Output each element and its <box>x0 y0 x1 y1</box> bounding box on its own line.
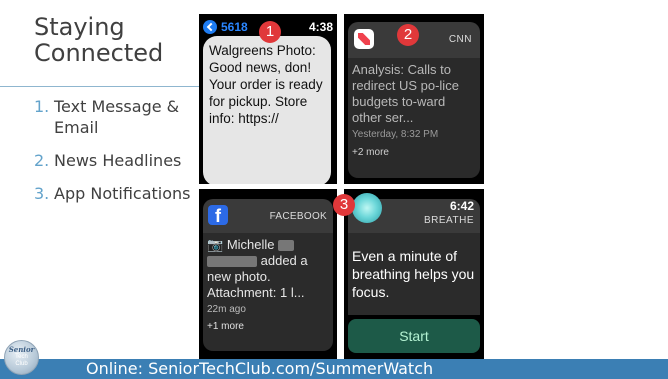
facebook-icon: f <box>208 205 228 226</box>
news-timestamp: Yesterday, 8:32 PM <box>352 129 439 140</box>
bullet-item: 2. News Headlines <box>34 150 194 171</box>
notification-app-name: BREATHE <box>424 215 474 226</box>
title-divider <box>0 86 200 87</box>
watch-screenshots: 5618 4:38 Walgreens Photo: Good news, do… <box>199 14 484 359</box>
title-line-2: Connected <box>34 39 164 67</box>
watch-time: 6:42 <box>449 199 474 213</box>
bullet-number: 3. <box>34 184 50 203</box>
facebook-notification-card[interactable]: 📷 Michelle added a new photo. Attachment… <box>203 233 333 351</box>
message-sender: 5618 <box>221 20 248 34</box>
logo-text: Senior <box>8 345 35 354</box>
step-badge-3: 3 <box>333 194 355 216</box>
start-button[interactable]: Start <box>348 319 480 353</box>
more-notifications[interactable]: +2 more <box>352 146 476 160</box>
notification-detail: new photo. Attachment: 1 l... <box>207 269 305 300</box>
footer-link[interactable]: Online: SeniorTechClub.com/SummerWatch <box>86 359 433 379</box>
step-badge-2: 2 <box>397 24 419 46</box>
news-app-icon <box>354 29 374 49</box>
poster-name: Michelle <box>226 237 275 252</box>
breathe-icon <box>352 193 382 223</box>
bullet-item: 3. App Notifications <box>34 183 194 204</box>
notification-app-name: CNN <box>448 34 472 45</box>
watch-time: 4:38 <box>308 20 333 34</box>
bullet-text: News Headlines <box>54 151 182 170</box>
bullet-number: 1. <box>34 97 50 116</box>
more-notifications[interactable]: +1 more <box>207 320 329 334</box>
redacted-text <box>207 256 257 268</box>
news-headline: Analysis: Calls to redirect US po-lice b… <box>352 62 459 125</box>
notification-age: 22m ago <box>207 304 246 315</box>
notification-action: added a <box>260 253 308 268</box>
bullet-number: 2. <box>34 151 50 170</box>
message-bubble: Walgreens Photo: Good news, don! Your or… <box>203 36 331 184</box>
step-badge-1: 1 <box>259 21 281 43</box>
senior-tech-club-logo: Senior Tech Club <box>4 340 39 375</box>
logo-text: Club <box>15 361 28 367</box>
title-line-1: Staying <box>34 13 125 41</box>
breathe-message: Even a minute of breathing helps you foc… <box>348 233 480 315</box>
bullet-list: 1. Text Message & Email 2. News Headline… <box>34 96 194 216</box>
notification-header: 6:42 BREATHE <box>348 193 480 233</box>
notification-message: 📷 Michelle added a new photo. Attachment… <box>207 237 329 301</box>
logo-text: Tech <box>15 354 28 360</box>
chevron-left-icon[interactable] <box>203 20 217 34</box>
bullet-text: App Notifications <box>54 184 191 203</box>
bullet-item: 1. Text Message & Email <box>34 96 194 138</box>
breathe-notification-screen: 6:42 BREATHE Even a minute of breathing … <box>344 189 484 359</box>
camera-emoji-icon: 📷 <box>207 237 224 252</box>
news-notification-card[interactable]: Analysis: Calls to redirect US po-lice b… <box>348 58 480 178</box>
footer-bar: Online: SeniorTechClub.com/SummerWatch <box>0 359 668 379</box>
facebook-notification-screen: f FACEBOOK 📷 Michelle added a new photo.… <box>199 189 337 359</box>
slide-title: Staying Connected <box>34 14 194 66</box>
notification-app-name: FACEBOOK <box>269 211 327 222</box>
redacted-text <box>278 240 295 252</box>
notification-header: f FACEBOOK <box>203 199 333 233</box>
bullet-text: Text Message & Email <box>54 97 180 137</box>
